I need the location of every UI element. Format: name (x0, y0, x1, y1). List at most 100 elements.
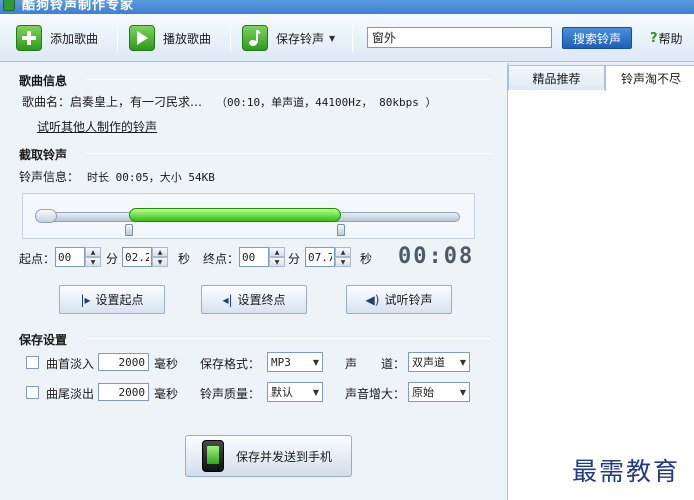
toolbar-divider (352, 26, 353, 52)
chevron-down-icon: ▼ (312, 358, 319, 367)
minute-unit: 分 (288, 252, 301, 266)
arrow-down-icon[interactable]: ▼ (335, 257, 351, 267)
start-second-input[interactable] (122, 247, 152, 267)
start-label: 起点： (19, 252, 56, 266)
help-label: 帮助 (658, 32, 683, 46)
channel-value: 双声道 (412, 356, 445, 369)
phone-icon (202, 440, 224, 472)
quality-label: 铃声质量： (200, 387, 261, 401)
set-end-icon: ◂| (222, 292, 233, 307)
end-second-input[interactable] (305, 247, 335, 267)
speaker-icon: ◀) (365, 292, 380, 307)
channel-label: 声 道： (345, 357, 406, 371)
fade-in-checkbox[interactable] (26, 356, 39, 369)
chevron-down-icon: ▼ (459, 358, 466, 367)
watermark-text: 最需教育 (572, 457, 681, 486)
start-second-stepper[interactable]: ▲▼ (122, 247, 168, 267)
set-start-button[interactable]: |▸ 设置起点 (59, 285, 165, 314)
toolbar-divider (230, 26, 231, 52)
quality-select[interactable]: 默认 ▼ (267, 382, 323, 402)
minute-unit: 分 (106, 252, 119, 266)
toolbar: 添加歌曲 播放歌曲 保存铃声 ▼ 搜索铃声 ? 帮助 (0, 14, 694, 62)
toolbar-divider (117, 26, 118, 52)
tab-bar: 精品推荐 铃声淘不尽 (508, 63, 694, 91)
window-title: 酷狗铃声制作专家 (22, 0, 135, 13)
start-minute-stepper[interactable]: ▲▼ (55, 247, 101, 267)
ms-unit: 毫秒 (154, 357, 179, 371)
fade-out-input[interactable] (98, 383, 149, 401)
try-others-link[interactable]: 试听其他人制作的铃声 (37, 118, 157, 135)
arrow-down-icon[interactable]: ▼ (269, 257, 285, 267)
end-minute-stepper[interactable]: ▲▼ (239, 247, 285, 267)
ringtone-info-label: 铃声信息： (19, 170, 80, 184)
fade-in-input[interactable] (98, 353, 149, 371)
arrow-up-icon[interactable]: ▲ (85, 247, 101, 257)
chevron-down-icon: ▼ (459, 388, 466, 397)
section-divider (86, 338, 491, 339)
second-unit: 秒 (178, 252, 191, 266)
ms-unit: 毫秒 (154, 387, 179, 401)
title-bar: 酷狗铃声制作专家 (0, 0, 694, 14)
save-settings-heading: 保存设置 (19, 333, 68, 347)
song-name-value: 启奏皇上，有一刁民求… (70, 95, 203, 109)
save-send-label: 保存并发送到手机 (236, 449, 333, 464)
search-input[interactable] (367, 27, 552, 48)
save-ringtone-label: 保存铃声 (276, 31, 325, 46)
ringtone-info-value: 时长 00:05，大小 54KB (87, 171, 215, 184)
help-icon: ? (650, 31, 658, 46)
fade-in-label: 曲首淡入 (46, 357, 95, 371)
tab-endless-ringtones[interactable]: 铃声淘不尽 (605, 65, 694, 91)
second-unit: 秒 (360, 252, 373, 266)
song-info-heading: 歌曲信息 (19, 74, 68, 88)
help-button[interactable]: ? 帮助 (650, 30, 683, 47)
end-second-stepper[interactable]: ▲▼ (305, 247, 351, 267)
play-song-button[interactable]: 播放歌曲 (129, 24, 211, 52)
set-start-label: 设置起点 (95, 293, 144, 307)
end-marker[interactable] (337, 224, 346, 236)
volume-select[interactable]: 原始 ▼ (408, 382, 470, 402)
cut-ringtone-heading: 截取铃声 (19, 148, 68, 162)
format-select[interactable]: MP3 ▼ (267, 352, 323, 372)
arrow-up-icon[interactable]: ▲ (335, 247, 351, 257)
start-marker[interactable] (125, 224, 134, 236)
volume-label: 声音增大： (345, 387, 406, 401)
plus-icon (16, 25, 42, 51)
fade-out-checkbox[interactable] (26, 386, 39, 399)
format-label: 保存格式： (200, 357, 261, 371)
preview-ringtone-button[interactable]: ◀) 试听铃声 (346, 285, 452, 314)
waveform-slider (22, 193, 475, 239)
chevron-down-icon: ▼ (312, 388, 319, 397)
preview-label: 试听铃声 (384, 293, 433, 307)
play-song-label: 播放歌曲 (163, 31, 212, 46)
playhead-knob[interactable] (35, 209, 57, 223)
selection-range[interactable] (129, 208, 342, 222)
section-divider (86, 153, 491, 154)
add-song-button[interactable]: 添加歌曲 (16, 24, 98, 52)
arrow-up-icon[interactable]: ▲ (269, 247, 285, 257)
set-end-button[interactable]: ◂| 设置终点 (201, 285, 307, 314)
end-label: 终点： (203, 252, 240, 266)
play-icon (129, 25, 155, 51)
end-minute-input[interactable] (239, 247, 269, 267)
song-details: （00:10，单声道，44100Hz， 80kbps ） (216, 96, 437, 109)
set-end-label: 设置终点 (237, 293, 286, 307)
tab-featured[interactable]: 精品推荐 (508, 65, 605, 90)
save-ringtone-button[interactable]: 保存铃声 ▼ (242, 24, 335, 52)
song-name-label: 歌曲名： (22, 95, 71, 109)
main-panel: 歌曲信息 歌曲名： 启奏皇上，有一刁民求… （00:10，单声道，44100Hz… (0, 63, 505, 500)
save-send-to-phone-button[interactable]: 保存并发送到手机 (185, 435, 352, 477)
recommend-panel: 精品推荐 铃声淘不尽 (507, 63, 694, 500)
start-minute-input[interactable] (55, 247, 85, 267)
channel-select[interactable]: 双声道 ▼ (408, 352, 470, 372)
arrow-up-icon[interactable]: ▲ (152, 247, 168, 257)
section-divider (86, 79, 491, 80)
search-ringtone-button[interactable]: 搜索铃声 (562, 27, 632, 49)
volume-value: 原始 (412, 386, 434, 399)
arrow-down-icon[interactable]: ▼ (152, 257, 168, 267)
arrow-down-icon[interactable]: ▼ (85, 257, 101, 267)
time-display: 00:08 (398, 244, 475, 269)
quality-value: 默认 (271, 386, 293, 399)
chevron-down-icon[interactable]: ▼ (329, 34, 335, 43)
app-icon (3, 0, 15, 11)
fade-out-label: 曲尾淡出 (46, 387, 95, 401)
